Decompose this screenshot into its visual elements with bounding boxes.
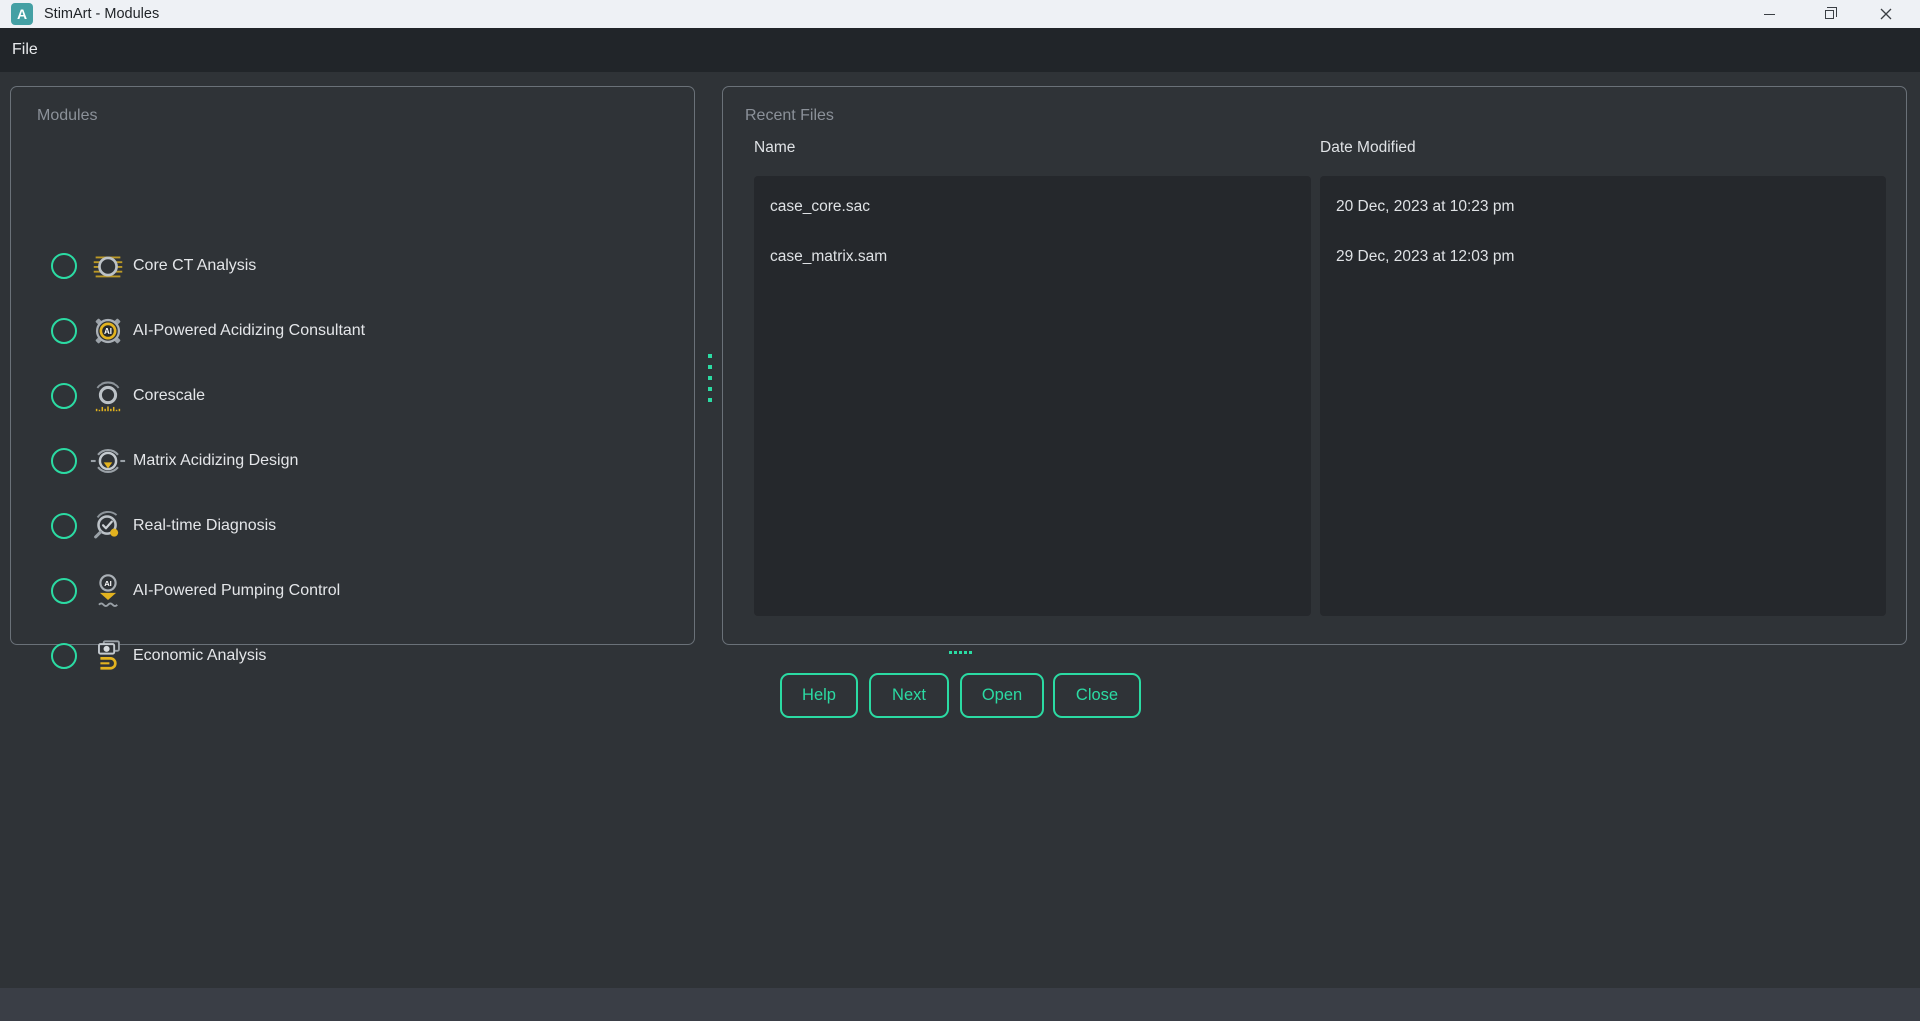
svg-text:AI: AI bbox=[104, 327, 112, 336]
modules-panel-title: Modules bbox=[37, 107, 97, 125]
ai-acidizing-consultant-icon: AI bbox=[89, 312, 127, 350]
module-item-economic-analysis[interactable]: Economic Analysis bbox=[11, 636, 694, 676]
recent-files-panel: Recent Files Name Date Modified case_cor… bbox=[722, 86, 1907, 645]
radio-button[interactable] bbox=[51, 643, 77, 669]
app-icon: A bbox=[11, 3, 33, 25]
module-item-ai-acidizing-consultant[interactable]: AI AI-Powered Acidizing Consultant bbox=[11, 311, 694, 351]
module-item-corescale[interactable]: Corescale bbox=[11, 376, 694, 416]
column-header-date: Date Modified bbox=[1320, 139, 1416, 157]
file-row-date[interactable]: 20 Dec, 2023 at 10:23 pm bbox=[1320, 182, 1886, 232]
menu-file[interactable]: File bbox=[0, 28, 50, 72]
menu-bar: File bbox=[0, 28, 1920, 72]
radio-button[interactable] bbox=[51, 253, 77, 279]
application-window: A StimArt - Modules File Modules bbox=[0, 0, 1920, 1021]
bottom-splitter-handle[interactable] bbox=[949, 651, 972, 655]
open-button[interactable]: Open bbox=[960, 673, 1044, 718]
file-row-date[interactable]: 29 Dec, 2023 at 12:03 pm bbox=[1320, 232, 1886, 282]
window-title: StimArt - Modules bbox=[44, 0, 159, 28]
core-ct-analysis-icon bbox=[89, 247, 127, 285]
help-button[interactable]: Help bbox=[780, 673, 858, 718]
corescale-icon bbox=[89, 377, 127, 415]
close-button[interactable]: Close bbox=[1053, 673, 1141, 718]
file-row-name[interactable]: case_core.sac bbox=[754, 182, 1311, 232]
economic-analysis-icon bbox=[89, 637, 127, 675]
radio-button[interactable] bbox=[51, 318, 77, 344]
module-label: AI-Powered Pumping Control bbox=[133, 582, 340, 600]
svg-text:AI: AI bbox=[104, 579, 112, 588]
column-header-name: Name bbox=[754, 139, 795, 157]
radio-button[interactable] bbox=[51, 383, 77, 409]
recent-files-panel-title: Recent Files bbox=[745, 107, 834, 125]
matrix-acidizing-design-icon bbox=[89, 442, 127, 480]
next-button[interactable]: Next bbox=[869, 673, 949, 718]
panel-splitter-handle[interactable] bbox=[708, 354, 713, 402]
module-item-realtime-diagnosis[interactable]: Real-time Diagnosis bbox=[11, 506, 694, 546]
minimize-button-icon[interactable] bbox=[1746, 0, 1792, 28]
module-label: Corescale bbox=[133, 387, 205, 405]
module-item-core-ct-analysis[interactable]: Core CT Analysis bbox=[11, 246, 694, 286]
minimize-icon bbox=[1764, 14, 1775, 15]
radio-button[interactable] bbox=[51, 513, 77, 539]
module-label: Matrix Acidizing Design bbox=[133, 452, 298, 470]
module-item-matrix-acidizing-design[interactable]: Matrix Acidizing Design bbox=[11, 441, 694, 481]
module-label: Economic Analysis bbox=[133, 647, 266, 665]
file-row-name[interactable]: case_matrix.sam bbox=[754, 232, 1311, 282]
realtime-diagnosis-icon bbox=[89, 507, 127, 545]
file-name-list: case_core.sac case_matrix.sam bbox=[754, 176, 1311, 616]
radio-button[interactable] bbox=[51, 448, 77, 474]
restore-icon bbox=[1825, 10, 1834, 19]
module-label: Real-time Diagnosis bbox=[133, 517, 276, 535]
radio-button[interactable] bbox=[51, 578, 77, 604]
modules-panel: Modules Core CT Analysis bbox=[10, 86, 695, 645]
module-label: Core CT Analysis bbox=[133, 257, 256, 275]
restore-button-icon[interactable] bbox=[1806, 0, 1852, 28]
file-date-list: 20 Dec, 2023 at 10:23 pm 29 Dec, 2023 at… bbox=[1320, 176, 1886, 616]
window-close-button[interactable] bbox=[1863, 0, 1909, 28]
module-label: AI-Powered Acidizing Consultant bbox=[133, 322, 365, 340]
module-item-ai-pumping-control[interactable]: AI AI-Powered Pumping Control bbox=[11, 571, 694, 611]
close-icon bbox=[1880, 8, 1892, 20]
title-bar: A StimArt - Modules bbox=[0, 0, 1920, 28]
ai-pumping-control-icon: AI bbox=[89, 572, 127, 610]
status-bar bbox=[0, 988, 1920, 1021]
